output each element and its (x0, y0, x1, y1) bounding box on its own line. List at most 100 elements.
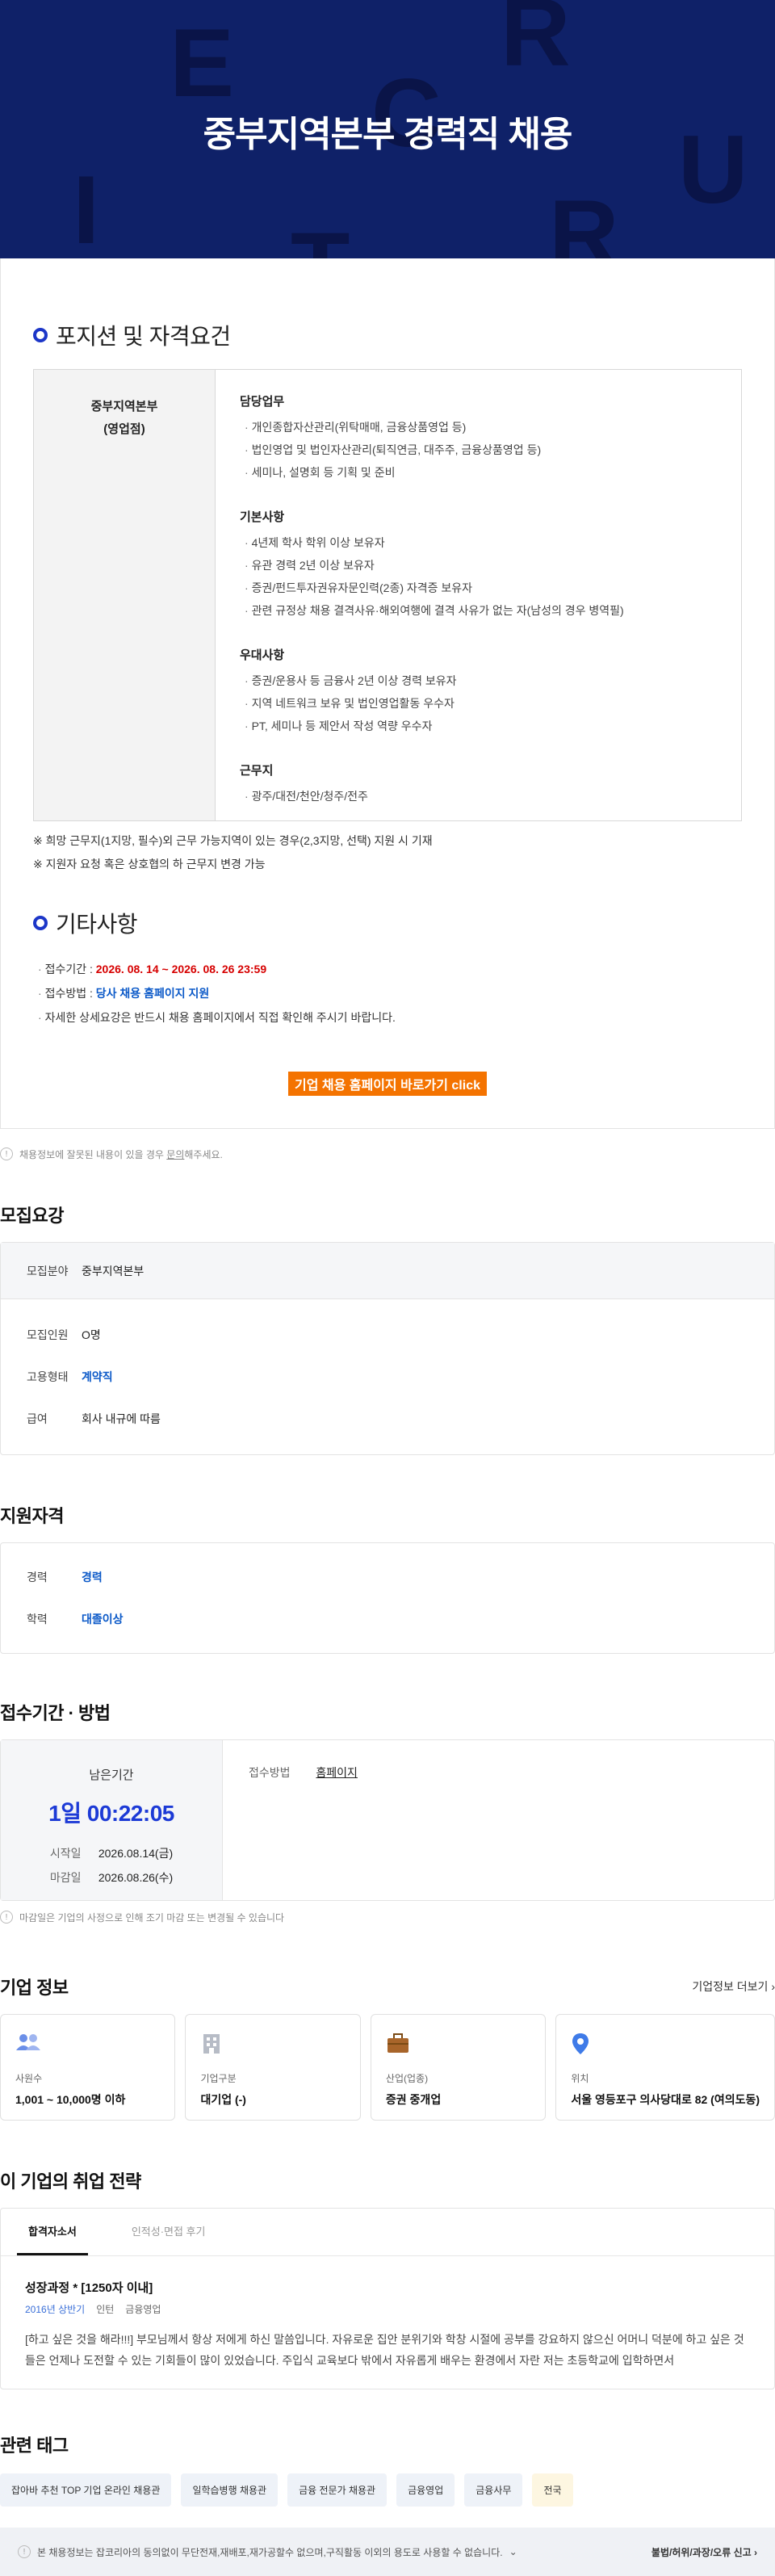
hero-bg-letter: R (549, 180, 619, 258)
qualification-row: 학력 대졸이상 (27, 1613, 124, 1626)
requirement-group: 근무지광주/대전/천안/청주/전주 (240, 761, 717, 808)
remaining-time-value: 1일 00:22:05 (48, 1801, 174, 1826)
requirement-item: PT, 세미나 등 제안서 작성 역량 우수자 (240, 715, 717, 737)
briefcase-icon (386, 2033, 530, 2057)
hero-bg-letter: T (291, 218, 350, 258)
posting-detail: 포지션 및 자격요건 중부지역본부 (영업점) 담당업무개인종합자산관리(위탁매… (0, 258, 775, 1129)
tag-chip[interactable]: 일학습병행 채용관 (181, 2473, 279, 2507)
info-icon: ! (0, 1911, 13, 1924)
requirement-group: 담당업무개인종합자산관리(위탁매매, 금융상품영업 등)법인영업 및 법인자산관… (240, 392, 717, 484)
hero-bg-letter: R (501, 0, 571, 86)
info-icon: ! (0, 1147, 13, 1160)
requirement-item: 세미나, 설명회 등 기획 및 준비 (240, 461, 717, 484)
apply-section: 접수기간 · 방법 남은기간 1일 00:22:05 시작일 2026.08.14… (0, 1699, 775, 1933)
info-icon: ! (18, 2545, 31, 2558)
section-title: 기업 정보 (0, 1978, 69, 1998)
company-more-link[interactable]: 기업정보 더보기 › (692, 1978, 775, 1995)
inquiry-link[interactable]: 문의 (166, 1149, 184, 1160)
recruit-row: 모집인원 O명 (27, 1328, 101, 1341)
requirement-group: 기본사항 4년제 학사 학위 이상 보유자유관 경력 2년 이상 보유자증권/펀드… (240, 508, 717, 622)
building-icon (200, 2033, 345, 2057)
start-date: 2026.08.14(금) (98, 1847, 174, 1860)
company-section: 기업 정보 기업정보 더보기 › 사원수 1,001 ~ 10,000명 이하 … (0, 1974, 775, 2121)
recruit-box: 모집분야 중부지역본부 모집인원 O명 고용형태 계약직 급여 회사 내규에 따… (0, 1242, 775, 1455)
recruit-row: 급여 회사 내규에 따름 (27, 1412, 161, 1425)
recruit-row: 고용형태 계약직 (27, 1370, 113, 1383)
meta-period: 2016년 상반기 (25, 2304, 86, 2315)
requirement-group: 우대사항증권/운용사 등 금융사 2년 이상 경력 보유자지역 네트워크 보유 … (240, 646, 717, 737)
section-title: 포지션 및 자격요건 (56, 324, 231, 349)
chevron-right-icon: › (754, 2546, 757, 2558)
footer-bar: ! 본 채용정보는 잡코리아의 동의없이 무단전재,재배포,재가공할수 없으며,… (0, 2528, 775, 2576)
tag-chip[interactable]: 전국 (532, 2473, 573, 2507)
requirement-item: 지역 네트워크 보유 및 법인영업활동 우수자 (240, 692, 717, 715)
section-title: 이 기업의 취업 전략 (0, 2171, 141, 2192)
tag-chip[interactable]: 잡아바 추천 TOP 기업 온라인 채용관 (0, 2473, 172, 2507)
apply-method-panel: 접수방법 홈페이지 (249, 1766, 358, 1779)
cover-letter-excerpt: [하고 싶은 것을 해라!!!] 부모님께서 항상 저에게 하신 말씀입니다. … (25, 2333, 744, 2367)
tag-list: 잡아바 추천 TOP 기업 온라인 채용관 일학습병행 채용관 금융 전문가 채… (0, 2473, 775, 2507)
report-line: ! 채용정보에 잘못된 내용이 있을 경우 문의해주세요. (0, 1129, 775, 1179)
cover-letter-title: 성장과정 * [1250자 이내] (25, 2281, 153, 2295)
hero-banner: E R C U I T R 중부지역본부 경력직 채용 (0, 0, 775, 258)
tab-cover-letter[interactable]: 합격자소서 (17, 2209, 88, 2255)
end-date: 2026.08.26(수) (98, 1871, 174, 1884)
apply-box: 남은기간 1일 00:22:05 시작일 2026.08.14(금) 마감일 202… (0, 1739, 775, 1901)
apply-method-value: 당사 채용 홈페이지 지원 (95, 987, 210, 1000)
note-line: ※ 희망 근무지(1지망, 필수)외 근무 가능지역이 있는 경우(2,3지망,… (33, 834, 433, 847)
etc-section-header: 기타사항 (33, 907, 742, 939)
tag-chip[interactable]: 금융 전문가 채용관 (287, 2473, 388, 2507)
position-notes: ※ 희망 근무지(1지망, 필수)외 근무 가능지역이 있는 경우(2,3지망,… (33, 829, 742, 876)
requirement-group-title: 우대사항 (240, 648, 285, 662)
chevron-right-icon: › (771, 1980, 775, 1993)
hero-bg-letter: I (73, 156, 100, 258)
strategy-section: 이 기업의 취업 전략 합격자소서 인적성·면접 후기 성장과정 * [1250… (0, 2167, 775, 2389)
requirement-group-title: 근무지 (240, 764, 274, 778)
section-title: 모집요강 (0, 1206, 64, 1226)
requirement-item: 개인종합자산관리(위탁매매, 금융상품영업 등) (240, 416, 717, 438)
company-card: 위치 서울 영등포구 의사당대로 82 (여의도동) (555, 2014, 775, 2121)
requirement-item: 광주/대전/천안/청주/전주 (240, 785, 717, 808)
people-icon (15, 2033, 160, 2057)
tag-chip[interactable]: 금융사무 (464, 2473, 523, 2507)
section-title: 접수기간 · 방법 (0, 1703, 111, 1723)
requirement-group-title: 기본사항 (240, 510, 285, 524)
position-section-header: 포지션 및 자격요건 (33, 319, 742, 351)
report-error-link[interactable]: 불법/허위/과장/오류 신고 › (651, 2545, 757, 2559)
requirement-item: 법인영업 및 법인자산관리(퇴직연금, 대주주, 금융상품영업 등) (240, 438, 717, 461)
company-homepage-button[interactable]: 기업 채용 홈페이지 바로가기 click (287, 1072, 487, 1096)
remaining-time-panel: 남은기간 1일 00:22:05 시작일 2026.08.14(금) 마감일 202… (1, 1740, 223, 1900)
ring-bullet-icon (33, 916, 48, 930)
ring-bullet-icon (33, 328, 48, 342)
detail-notice: 자세한 상세요강은 반드시 채용 홈페이지에서 직접 확인해 주시기 바랍니다. (33, 1005, 742, 1030)
tab-interview-review[interactable]: 인적성·면접 후기 (120, 2209, 217, 2255)
department-cell: 중부지역본부 (영업점) (34, 370, 216, 820)
department-name: 중부지역본부 (90, 400, 158, 413)
section-title: 관련 태그 (0, 2435, 69, 2456)
homepage-link[interactable]: 홈페이지 (316, 1766, 358, 1779)
requirement-item: 관련 규정상 채용 결격사유·해외여행에 결격 사유가 없는 자(남성의 경우 … (240, 599, 717, 622)
note-line: ※ 지원자 요청 혹은 상호협의 하 근무지 변경 가능 (33, 858, 266, 871)
strategy-box: 합격자소서 인적성·면접 후기 성장과정 * [1250자 이내] 2016년 … (0, 2208, 775, 2389)
tags-section: 관련 태그 잡아바 추천 TOP 기업 온라인 채용관 일학습병행 채용관 금융… (0, 2431, 775, 2507)
department-sub: (영업점) (103, 422, 145, 436)
section-title: 지원자격 (0, 1506, 64, 1526)
meta-job: 금융영업 (125, 2304, 161, 2315)
hero-title: 중부지역본부 경력직 채용 (203, 115, 573, 154)
section-title: 기타사항 (56, 912, 138, 937)
company-cards: 사원수 1,001 ~ 10,000명 이하 기업구분 대기업 (-) 산업(업… (0, 2014, 775, 2121)
apply-period-line: 접수기간 : 2026. 08. 14 ~ 2026. 08. 26 23:59 (33, 957, 742, 981)
requirement-item: 4년제 학사 학위 이상 보유자 (240, 531, 717, 554)
apply-method-line: 접수방법 : 당사 채용 홈페이지 지원 (33, 981, 742, 1005)
requirement-item: 증권/펀드투자권유자문인력(2종) 자격증 보유자 (240, 577, 717, 599)
meta-type: 인턴 (96, 2304, 115, 2315)
copyright-notice: 본 채용정보는 잡코리아의 동의없이 무단전재,재배포,재가공할수 없으며,구직… (37, 2546, 503, 2558)
chevron-down-icon[interactable]: ⌄ (509, 2546, 517, 2557)
qualification-row: 경력 경력 (27, 1571, 103, 1584)
tag-chip[interactable]: 금융영업 (396, 2473, 455, 2507)
cover-letter-item[interactable]: 성장과정 * [1250자 이내] 2016년 상반기 인턴 금융영업 [하고 … (1, 2256, 774, 2389)
recruit-row: 모집분야 중부지역본부 (1, 1243, 774, 1299)
position-table: 중부지역본부 (영업점) 담당업무개인종합자산관리(위탁매매, 금융상품영업 등… (33, 369, 742, 821)
qualification-box: 경력 경력 학력 대졸이상 (0, 1542, 775, 1654)
company-card: 사원수 1,001 ~ 10,000명 이하 (0, 2014, 176, 2121)
